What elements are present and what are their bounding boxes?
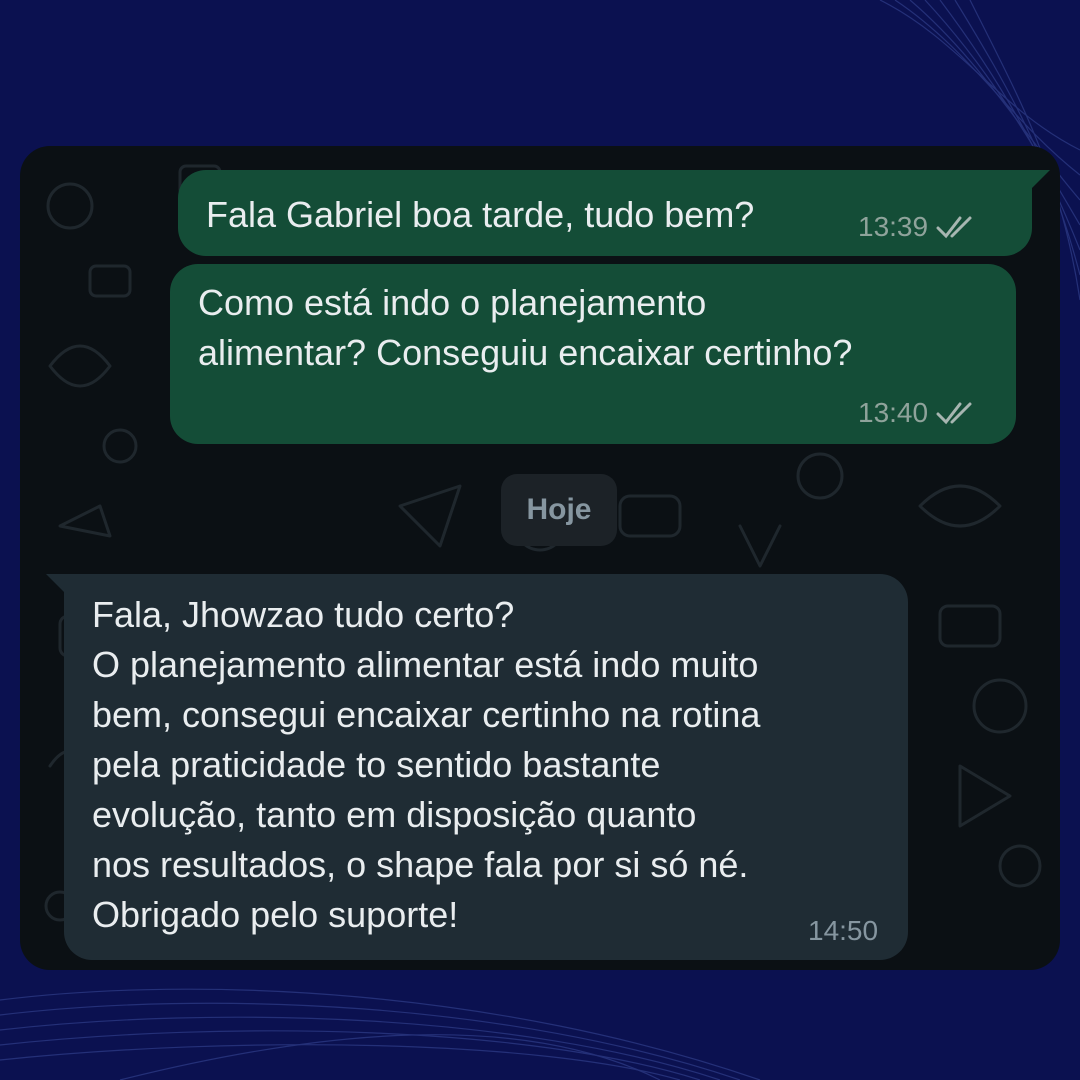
bubble-tail <box>1030 170 1050 190</box>
incoming-message[interactable]: Fala, Jhowzao tudo certo? O planejamento… <box>46 574 908 960</box>
message-meta: 13:39 <box>858 210 980 244</box>
chat-window: Fala Gabriel boa tarde, tudo bem? 13:39 … <box>20 146 1060 970</box>
message-time: 13:40 <box>858 397 929 428</box>
message-meta: 13:40 <box>858 396 980 430</box>
double-check-icon <box>936 216 972 239</box>
outgoing-message[interactable]: Fala Gabriel boa tarde, tudo bem? 13:39 <box>178 170 1050 256</box>
double-check-icon <box>936 402 972 425</box>
message-text: Fala, Jhowzao tudo certo? O planejamento… <box>92 594 761 935</box>
message-text: Fala Gabriel boa tarde, tudo bem? <box>206 194 755 235</box>
outgoing-message[interactable]: Como está indo o planejamento alimentar?… <box>170 264 1016 444</box>
date-separator: Hoje <box>501 474 617 546</box>
message-meta: 14:50 <box>808 914 878 948</box>
bubble-tail <box>46 574 66 594</box>
message-time: 13:39 <box>858 211 929 242</box>
message-time: 14:50 <box>808 915 879 946</box>
message-text: Como está indo o planejamento alimentar?… <box>198 282 853 373</box>
